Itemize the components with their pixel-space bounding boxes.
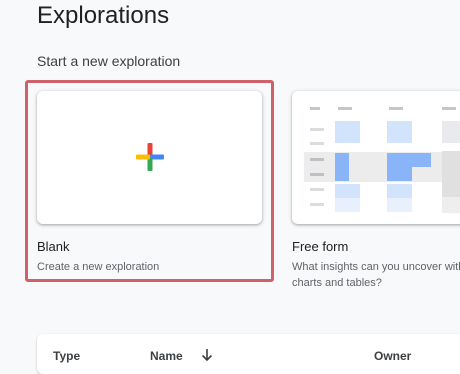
freeform-template-card[interactable] (292, 91, 460, 224)
column-header-type[interactable]: Type (53, 349, 80, 363)
blank-template-card[interactable] (37, 91, 262, 224)
blank-template-label[interactable]: Blank (37, 239, 70, 254)
blank-template-description: Create a new exploration (37, 261, 160, 273)
column-header-name[interactable]: Name (150, 349, 183, 363)
section-title: Start a new exploration (37, 53, 181, 69)
explorations-table: Type Name Owner (37, 334, 460, 374)
arrow-down-icon[interactable] (201, 348, 213, 362)
page-title: Explorations (37, 2, 170, 29)
freeform-table-thumbnail (304, 107, 460, 213)
freeform-template-description: What insights can you uncover with chart… (292, 261, 460, 289)
column-header-owner[interactable]: Owner (374, 349, 411, 363)
google-plus-icon (136, 143, 164, 171)
freeform-template-label[interactable]: Free form (292, 239, 348, 254)
